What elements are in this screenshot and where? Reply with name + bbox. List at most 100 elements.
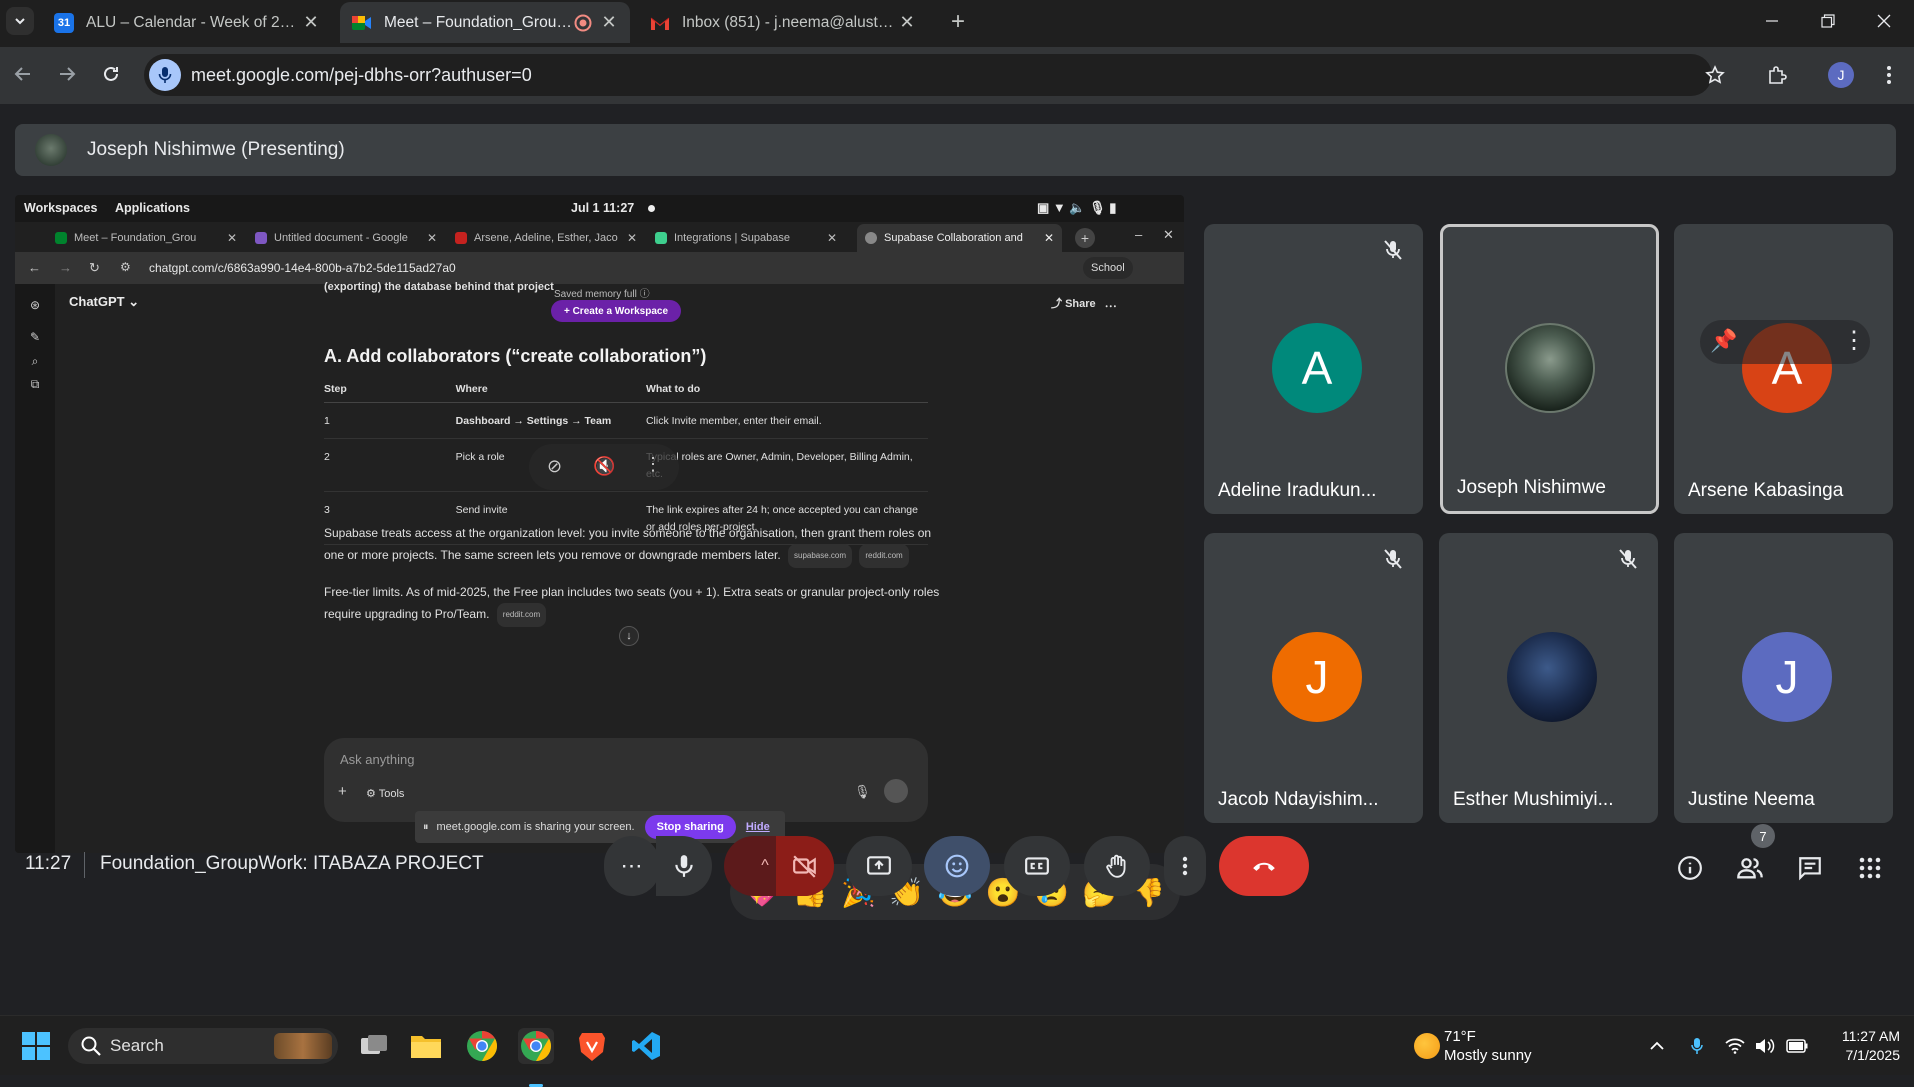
wifi-icon[interactable] — [1724, 1035, 1746, 1057]
shared-tab: Arsene, Adeline, Esther, Jaco ✕ — [447, 224, 645, 252]
brave-icon — [579, 1033, 605, 1061]
close-tab-icon[interactable]: ✕ — [600, 12, 618, 33]
close-tab-icon: ✕ — [826, 231, 837, 245]
people-icon — [1737, 858, 1763, 879]
browser-tab-meet[interactable]: Meet – Foundation_GroupW ✕ — [340, 2, 630, 43]
close-window-button[interactable] — [1864, 6, 1904, 36]
mic-off-icon — [1384, 240, 1402, 260]
shared-tab-active: Supabase Collaboration and ✕ — [857, 224, 1062, 252]
address-bar[interactable]: meet.google.com/pej-dbhs-orr?authuser=0 — [144, 54, 1712, 96]
battery-icon[interactable] — [1786, 1035, 1808, 1057]
participant-avatar: A — [1272, 323, 1362, 413]
more-vert-icon — [1182, 856, 1188, 876]
site-info-icon: ⚙ — [120, 260, 131, 274]
leave-call-button[interactable] — [1219, 836, 1309, 896]
mic-in-use-icon[interactable] — [149, 59, 181, 91]
chevron-down-icon — [15, 18, 25, 25]
browser-toolbar: meet.google.com/pej-dbhs-orr?authuser=0 … — [0, 47, 1914, 104]
close-tab-icon[interactable]: ✕ — [898, 12, 916, 33]
reload-button[interactable] — [96, 59, 126, 89]
close-icon: ✕ — [1163, 227, 1174, 242]
close-tab-icon: ✕ — [226, 231, 237, 245]
presenter-avatar — [35, 134, 67, 166]
volume-icon[interactable] — [1754, 1035, 1776, 1057]
close-tab-icon[interactable]: ✕ — [302, 12, 320, 33]
captions-button[interactable] — [1004, 836, 1070, 896]
browser-tab-gmail[interactable]: Inbox (851) - j.neema@alustude ✕ — [638, 2, 928, 43]
participant-tile[interactable]: J Jacob Ndayishim... — [1204, 533, 1423, 823]
forward-arrow-icon — [60, 67, 76, 81]
back-button[interactable] — [8, 59, 38, 89]
meeting-title: Foundation_GroupWork: ITABAZA PROJECT — [100, 853, 484, 874]
share-chat-button: ⤴ Share ⋯ — [1051, 298, 1117, 310]
mic-in-use-icon[interactable] — [1686, 1035, 1708, 1057]
mute-icon: 🔇 — [593, 456, 616, 476]
videocam-off-icon — [793, 855, 816, 878]
people-button[interactable] — [1730, 848, 1770, 888]
search-label: Search — [110, 1036, 164, 1055]
more-vert-icon[interactable]: ⋮ — [1842, 326, 1866, 355]
activities-button[interactable] — [1850, 848, 1890, 888]
search-icon: ⌕ — [31, 353, 39, 368]
shared-tab: Meet – Foundation_Grou ✕ — [47, 224, 245, 252]
participant-tile[interactable]: A Adeline Iradukun... — [1204, 224, 1423, 514]
extensions-button[interactable] — [1762, 60, 1792, 90]
participant-avatar: J — [1742, 632, 1832, 722]
star-icon — [1705, 65, 1725, 84]
brave-taskbar-button[interactable] — [574, 1028, 610, 1064]
participant-tile[interactable]: A 📌 ⋮ Arsene Kabasinga — [1674, 224, 1893, 514]
camera-off-toggle[interactable] — [776, 836, 834, 896]
weather-temp: 71°F — [1444, 1028, 1476, 1045]
new-tab-button[interactable]: + — [944, 8, 972, 36]
chevron-up-icon: ^ — [761, 857, 769, 874]
chrome-taskbar-button[interactable] — [464, 1028, 500, 1064]
participant-tile[interactable]: J Justine Neema — [1674, 533, 1893, 823]
close-tab-icon: ✕ — [626, 231, 637, 245]
pin-icon[interactable]: 📌 — [1710, 328, 1737, 354]
raise-hand-button[interactable] — [1084, 836, 1150, 896]
table-header: Step — [324, 377, 456, 403]
browser-tab-calendar[interactable]: 31 ALU – Calendar - Week of 29 Ju ✕ — [42, 2, 332, 43]
puzzle-icon — [1769, 66, 1787, 84]
participant-name: Adeline Iradukun... — [1218, 480, 1377, 501]
system-clock[interactable]: 11:27 AM 7/1/2025 — [1820, 1027, 1900, 1065]
meet-icon — [352, 13, 372, 33]
camera-button[interactable]: ^ — [724, 836, 834, 896]
url-text: meet.google.com/pej-dbhs-orr?authuser=0 — [191, 64, 532, 85]
vscode-taskbar-button[interactable] — [628, 1028, 664, 1064]
task-view-button[interactable] — [356, 1028, 392, 1064]
more-options-pill-button[interactable]: ⋯ — [604, 836, 660, 896]
chevron-up-icon[interactable] — [1646, 1035, 1668, 1057]
more-options-button[interactable] — [1164, 836, 1206, 896]
profile-avatar[interactable]: J — [1828, 62, 1854, 88]
plus-icon: + — [1075, 228, 1095, 248]
chrome-icon — [521, 1031, 552, 1061]
ask-placeholder: Ask anything — [340, 752, 415, 767]
taskbar-search[interactable]: Search — [68, 1028, 338, 1064]
participant-tile[interactable]: Esther Mushimiyi... — [1439, 533, 1658, 823]
openai-logo-icon: ⊛ — [29, 298, 41, 312]
start-button[interactable] — [18, 1028, 54, 1064]
file-explorer-button[interactable] — [408, 1028, 444, 1064]
reactions-button[interactable] — [924, 836, 990, 896]
presenter-bar: Joseph Nishimwe (Presenting) — [15, 124, 1896, 176]
chat-button[interactable] — [1790, 848, 1830, 888]
shared-screen[interactable]: Workspaces Applications Jul 1 11:27 ▣ ▼ … — [15, 195, 1184, 853]
forward-button[interactable] — [52, 59, 82, 89]
table-cell: Click Invite member, enter their email. — [645, 402, 928, 439]
reload-icon: ↻ — [89, 260, 100, 275]
present-screen-button[interactable] — [846, 836, 912, 896]
tab-title: Meet – Foundation_GroupW — [384, 13, 574, 31]
weather-widget[interactable]: 71°F Mostly sunny — [1414, 1027, 1532, 1065]
shared-tab-title: Untitled document - Google — [274, 232, 408, 244]
meeting-details-button[interactable] — [1670, 848, 1710, 888]
bookmark-button[interactable] — [1700, 60, 1730, 90]
chrome-profile-taskbar-button[interactable] — [518, 1028, 554, 1087]
chrome-menu-button[interactable] — [1874, 60, 1904, 90]
restore-button[interactable] — [1808, 6, 1848, 36]
tab-search-button[interactable] — [6, 7, 34, 35]
minimize-button[interactable] — [1752, 6, 1792, 36]
plus-icon: + — [950, 8, 965, 35]
participant-tile[interactable]: Joseph Nishimwe — [1440, 224, 1659, 514]
browser-tab-strip: 31 ALU – Calendar - Week of 29 Ju ✕ Meet… — [0, 0, 1914, 47]
